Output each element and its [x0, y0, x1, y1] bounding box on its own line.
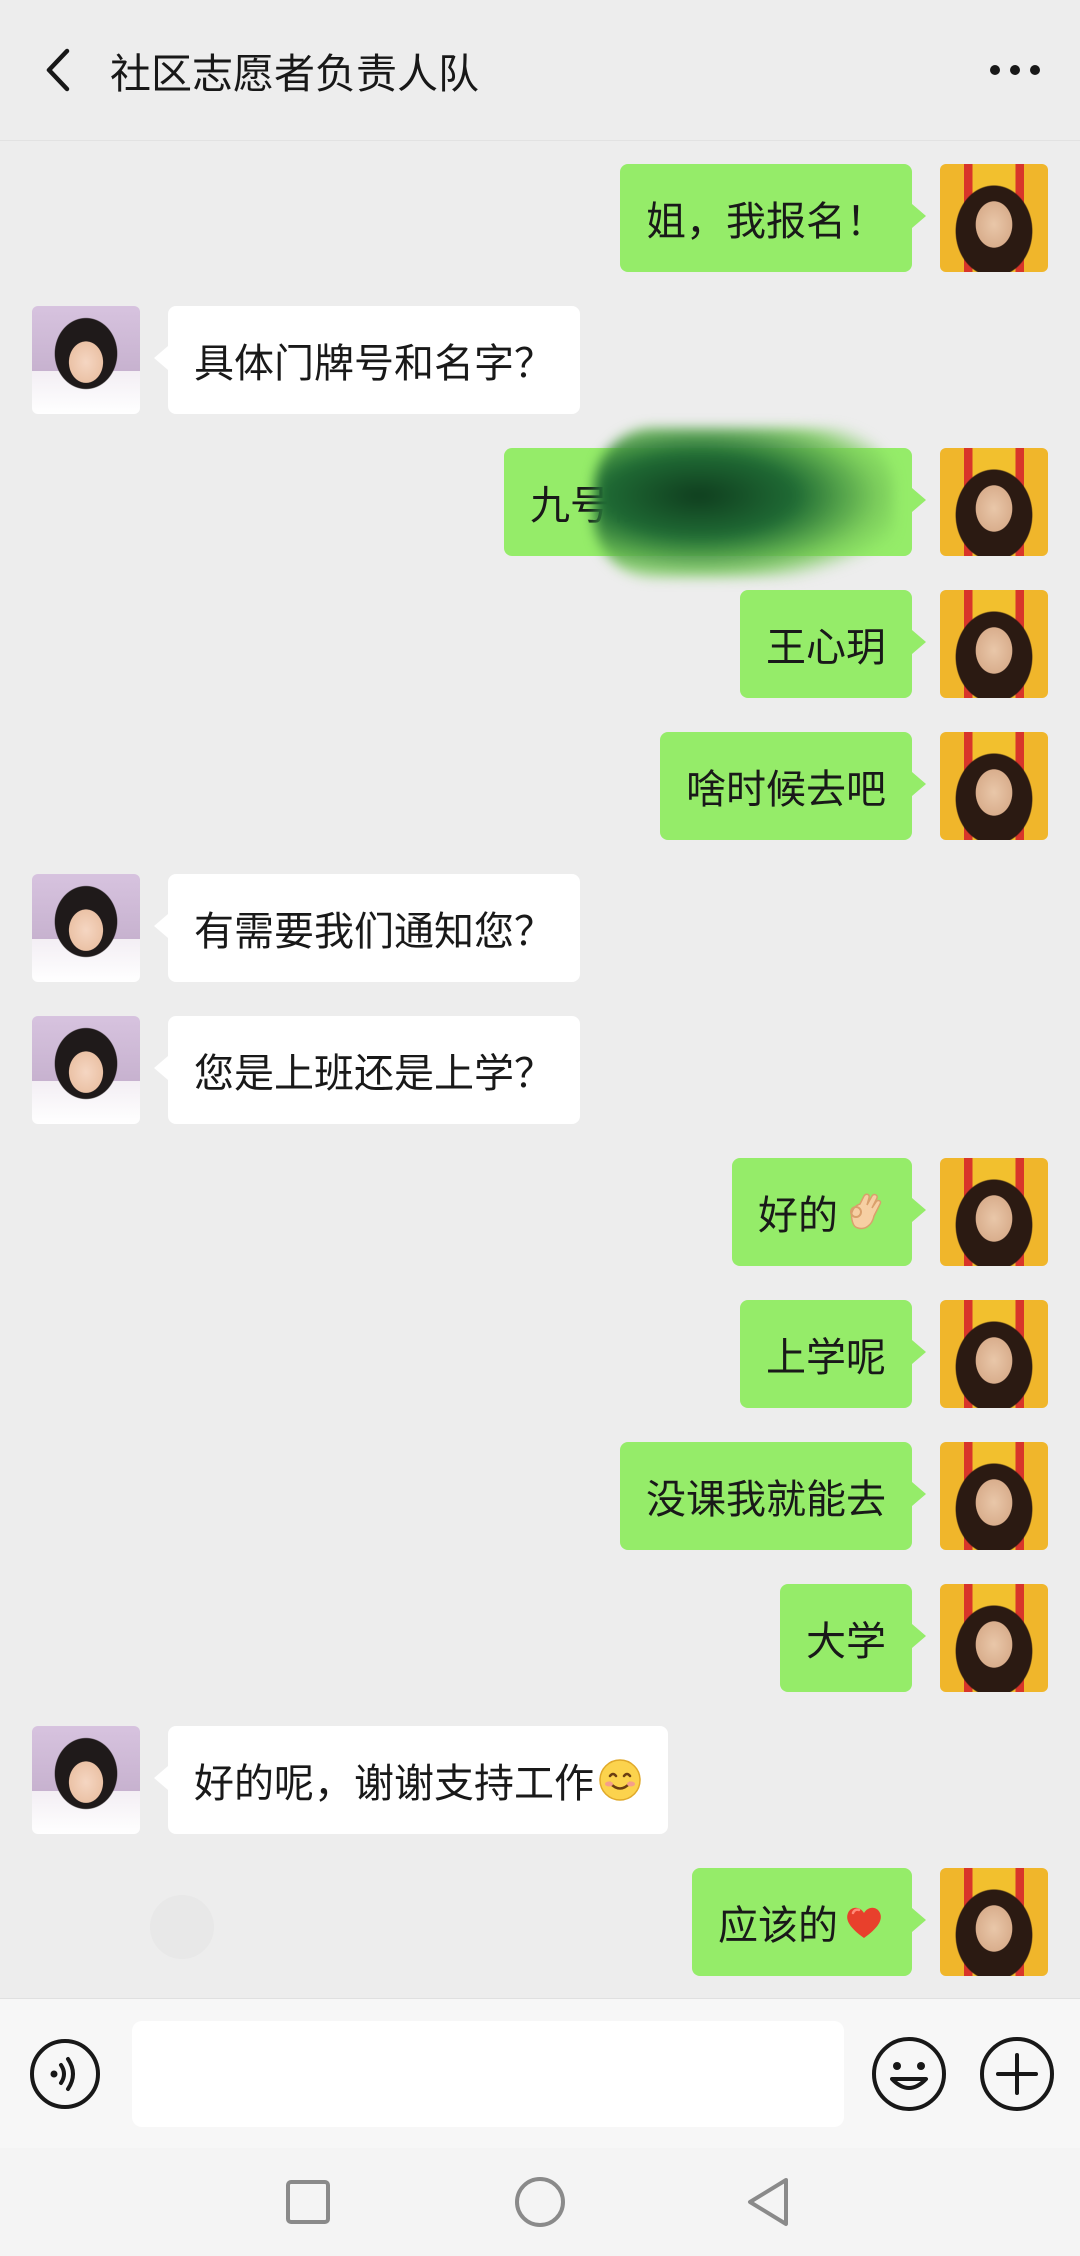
self-avatar[interactable] [940, 1442, 1048, 1550]
message-row-other: 具体门牌号和名字？ [0, 306, 1080, 418]
self-avatar[interactable] [940, 164, 1048, 272]
voice-icon [30, 2039, 100, 2109]
message-bubble-self[interactable]: 姐，我报名！ [620, 164, 926, 272]
system-back-button[interactable] [732, 2166, 804, 2238]
message-list[interactable]: 姐，我报名！ 具体门牌号和名字？ 九号楼一 王心玥 啥时候去吧 [0, 140, 1080, 1998]
self-avatar[interactable] [940, 1300, 1048, 1408]
message-row-other: 好的呢，谢谢支持工作 [0, 1726, 1080, 1838]
message-text: 有需要我们通知您？ [194, 909, 554, 955]
message-bubble-self[interactable]: 大学 [780, 1584, 926, 1692]
square-icon [286, 2180, 330, 2224]
triangle-back-icon [748, 2178, 788, 2226]
message-text: 王心玥 [766, 625, 886, 671]
recents-button[interactable] [272, 2166, 344, 2238]
message-row-self: 好的 [0, 1158, 1080, 1270]
circle-icon [515, 2177, 565, 2227]
message-bubble-self[interactable]: 九号楼一 [504, 428, 926, 578]
message-input[interactable] [132, 2021, 844, 2127]
chat-header: 社区志愿者负责人队 [0, 0, 1080, 141]
message-text: 具体门牌号和名字？ [194, 341, 554, 387]
message-row-other: 有需要我们通知您？ [0, 874, 1080, 986]
message-bubble-self[interactable]: 啥时候去吧 [660, 732, 926, 840]
message-bubble-other[interactable]: 好的呢，谢谢支持工作 [154, 1726, 668, 1834]
message-bubble-self[interactable]: 好的 [732, 1158, 926, 1266]
message-bubble-self[interactable]: 应该的 [692, 1868, 926, 1976]
message-row-self: 姐，我报名！ [0, 164, 1080, 276]
more-functions-button[interactable] [978, 2035, 1056, 2113]
message-bubble-other[interactable]: 您是上班还是上学？ [154, 1016, 580, 1124]
message-bubble-self[interactable]: 王心玥 [740, 590, 926, 698]
message-bubble-self[interactable]: 上学呢 [740, 1300, 926, 1408]
smiling-face-emoji [599, 1759, 641, 1801]
self-avatar[interactable] [940, 1868, 1048, 1976]
message-row-self: 大学 [0, 1584, 1080, 1696]
self-avatar[interactable] [940, 1584, 1048, 1692]
self-avatar[interactable] [940, 448, 1048, 556]
input-bar [0, 1998, 1080, 2149]
message-row-self: 应该的 [0, 1868, 1080, 1980]
system-nav-bar [0, 2148, 1080, 2256]
home-button[interactable] [504, 2166, 576, 2238]
message-row-other: 您是上班还是上学？ [0, 1016, 1080, 1128]
message-row-self: 没课我就能去 [0, 1442, 1080, 1554]
message-bubble-self[interactable]: 没课我就能去 [620, 1442, 926, 1550]
contact-avatar[interactable] [32, 874, 140, 982]
back-button[interactable] [28, 35, 88, 105]
emoji-icon [872, 2037, 946, 2111]
contact-avatar[interactable] [32, 1726, 140, 1834]
self-avatar[interactable] [940, 590, 1048, 698]
emoji-button[interactable] [870, 2035, 948, 2113]
plus-icon [980, 2037, 1054, 2111]
more-dots-icon [990, 65, 1040, 75]
redaction-scribble [594, 428, 894, 578]
message-text: 应该的 [718, 1903, 838, 1949]
message-text: 没课我就能去 [646, 1477, 886, 1523]
message-text: 大学 [806, 1619, 886, 1665]
chat-title: 社区志愿者负责人队 [110, 50, 479, 98]
message-text: 上学呢 [766, 1335, 886, 1381]
message-text: 您是上班还是上学？ [194, 1051, 554, 1097]
message-bubble-other[interactable]: 有需要我们通知您？ [154, 874, 580, 982]
contact-avatar[interactable] [32, 306, 140, 414]
message-text: 啥时候去吧 [686, 767, 886, 813]
message-row-self: 啥时候去吧 [0, 732, 1080, 844]
contact-avatar[interactable] [32, 1016, 140, 1124]
red-heart-emoji [847, 1907, 881, 1938]
self-avatar[interactable] [940, 732, 1048, 840]
message-row-self: 上学呢 [0, 1300, 1080, 1412]
message-text: 好的呢，谢谢支持工作 [194, 1761, 594, 1807]
message-row-self: 王心玥 [0, 590, 1080, 702]
voice-button[interactable] [28, 2037, 102, 2111]
ok-hand-emoji [850, 1193, 882, 1230]
message-text: 好的 [758, 1193, 838, 1239]
message-row-self: 九号楼一 [0, 428, 1080, 578]
self-avatar[interactable] [940, 1158, 1048, 1266]
chat-screen: 社区志愿者负责人队 姐，我报名！ 具体门牌号和名字？ 九号楼一 [0, 0, 1080, 2256]
more-button[interactable] [980, 40, 1050, 100]
message-text: 姐，我报名！ [646, 199, 886, 245]
message-bubble-other[interactable]: 具体门牌号和名字？ [154, 306, 580, 414]
chevron-left-icon [46, 48, 70, 92]
